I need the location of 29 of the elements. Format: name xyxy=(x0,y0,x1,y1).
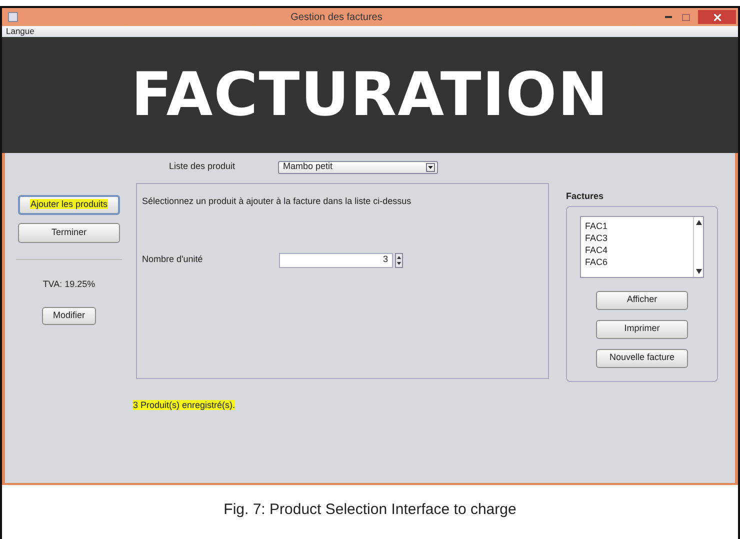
scroll-up-icon[interactable] xyxy=(696,220,702,224)
product-dropdown[interactable]: Mambo petit xyxy=(278,160,438,174)
invoice-item[interactable]: FAC1 xyxy=(585,220,689,232)
close-icon[interactable] xyxy=(698,10,736,24)
scrollbar[interactable] xyxy=(693,216,703,276)
quantity-field[interactable]: 3 xyxy=(279,252,393,268)
scroll-down-icon[interactable] xyxy=(696,268,702,274)
app-icon xyxy=(8,12,18,22)
figure-caption: Fig. 7: Product Selection Interface to charge xyxy=(222,500,518,520)
action-button[interactable]: Terminer xyxy=(18,223,120,243)
status-message: 3 Produit(s) enregistré(s). xyxy=(133,400,236,410)
window-title: Gestion des factures xyxy=(290,10,384,24)
invoice-button[interactable]: Afficher xyxy=(596,290,688,310)
action-button[interactable]: Ajouter les produits xyxy=(18,195,120,215)
invoice-button[interactable]: Imprimer xyxy=(596,320,688,338)
banner: FACTURATION xyxy=(2,37,738,153)
menu-item[interactable]: Langue xyxy=(6,26,34,37)
invoice-item[interactable]: FAC6 xyxy=(585,256,689,268)
modify-button[interactable]: Modifier xyxy=(42,306,96,324)
instruction-text: Sélectionnez un produit à ajouter à la facture dans la liste ci-dessus xyxy=(142,195,412,208)
quantity-label: Nombre d'unité xyxy=(142,253,204,266)
invoice-button[interactable]: Nouvelle facture xyxy=(596,348,688,368)
tva-label: TVA: 19.25% xyxy=(42,278,96,291)
invoices-title: Factures xyxy=(566,190,605,203)
caret-icon[interactable] xyxy=(426,162,435,172)
product-list-label: Liste des produit xyxy=(169,160,236,174)
invoice-item[interactable]: FAC3 xyxy=(585,232,689,244)
invoice-item[interactable]: FAC4 xyxy=(585,244,689,256)
spinner-icon[interactable] xyxy=(395,252,403,268)
